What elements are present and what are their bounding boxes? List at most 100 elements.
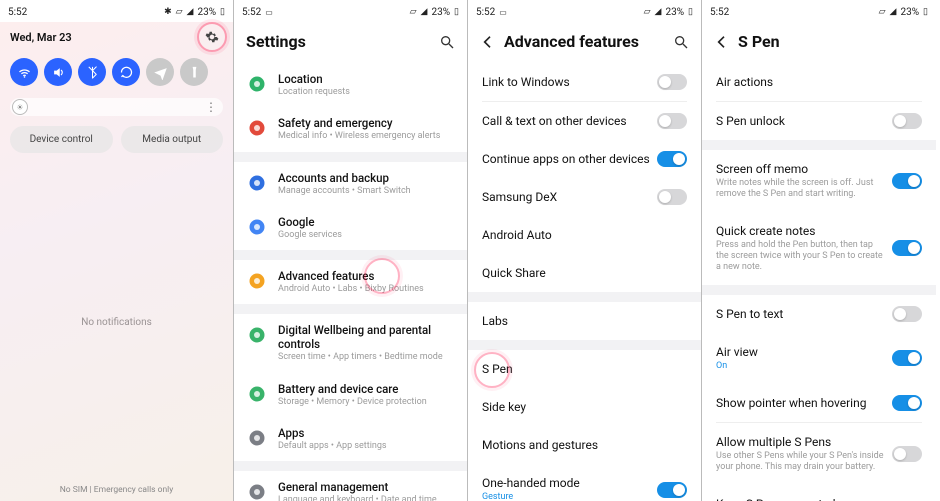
toggle[interactable] — [657, 151, 687, 167]
settings-item-subtitle: Location requests — [278, 87, 455, 98]
rotate-icon — [119, 65, 134, 80]
toggle[interactable] — [892, 395, 922, 411]
list-row[interactable]: Keep S Pen connectedKeep your S Pen conn… — [702, 485, 936, 501]
qs-airplane-button[interactable] — [146, 58, 174, 86]
nosim-icon: ▱ — [176, 8, 183, 17]
device-control-button[interactable]: Device control — [10, 126, 113, 153]
settings-item-icon — [248, 119, 266, 137]
row-label: Show pointer when hovering — [716, 396, 892, 410]
brightness-more-icon[interactable]: ⋮ — [205, 100, 217, 114]
list-row[interactable]: Side key — [468, 388, 701, 426]
airplane-icon — [153, 65, 168, 80]
settings-item-icon — [248, 326, 266, 344]
no-notifications-label: No notifications — [0, 163, 233, 481]
status-battery: 23% — [197, 7, 216, 18]
list-row[interactable]: Continue apps on other devices — [468, 140, 701, 178]
row-label: Android Auto — [482, 228, 687, 242]
settings-item-subtitle: Google services — [278, 230, 455, 241]
brightness-knob[interactable]: ☀ — [12, 99, 28, 115]
settings-item-icon — [248, 75, 266, 93]
brightness-slider[interactable]: ☀ ⋮ — [10, 98, 223, 116]
row-sublabel: Use other S Pens while your S Pen's insi… — [716, 451, 886, 473]
settings-item-title: Battery and device care — [278, 382, 455, 396]
list-row[interactable]: Show pointer when hovering — [702, 384, 936, 422]
settings-item[interactable]: GoogleGoogle services — [234, 206, 467, 250]
list-row[interactable]: Quick Share — [468, 254, 701, 292]
settings-item-subtitle: Android Auto • Labs • Bixby Routines — [278, 284, 455, 295]
list-row[interactable]: S Pen — [468, 350, 701, 388]
settings-gear-button[interactable] — [201, 26, 223, 48]
settings-item[interactable]: Accounts and backupManage accounts • Sma… — [234, 162, 467, 206]
list-row[interactable]: Air viewOn — [702, 333, 936, 384]
status-bar: 5:52 ✱ ▱ ◢ 23% ▯ — [0, 0, 233, 22]
toggle[interactable] — [657, 113, 687, 129]
search-icon — [673, 34, 689, 50]
toggle[interactable] — [892, 306, 922, 322]
settings-item-subtitle: Screen time • App timers • Bedtime mode — [278, 352, 455, 363]
list-row[interactable]: One-handed modeGesture — [468, 464, 701, 501]
row-label: Keep S Pen connectedKeep your S Pen conn… — [716, 497, 892, 501]
list-row[interactable]: S Pen unlock — [702, 102, 936, 140]
list-row[interactable]: Air actions — [702, 63, 936, 101]
toggle[interactable] — [657, 482, 687, 498]
list-row[interactable]: Samsung DeX — [468, 178, 701, 216]
list-row[interactable]: Allow multiple S PensUse other S Pens wh… — [702, 423, 936, 485]
battery-icon: ▯ — [220, 8, 225, 17]
list-row[interactable]: Link to Windows — [468, 63, 701, 101]
settings-item-title: Advanced features — [278, 269, 455, 283]
highlight-ring — [197, 22, 227, 52]
toggle[interactable] — [657, 189, 687, 205]
status-time: 5:52 — [8, 7, 27, 18]
bluetooth-icon — [85, 65, 100, 80]
row-label: Screen off memoWrite notes while the scr… — [716, 162, 892, 200]
list-row[interactable]: Labs — [468, 302, 701, 340]
qs-bluetooth-button[interactable] — [78, 58, 106, 86]
page-title: Settings — [246, 32, 306, 51]
list-row[interactable]: S Pen to text — [702, 295, 936, 333]
settings-item-icon — [248, 429, 266, 447]
toggle[interactable] — [892, 113, 922, 129]
list-row[interactable]: Quick create notesPress and hold the Pen… — [702, 212, 936, 285]
settings-item[interactable]: Digital Wellbeing and parental controlsS… — [234, 314, 467, 372]
screen-quick-settings: 5:52 ✱ ▱ ◢ 23% ▯ Wed, Mar 23 ☀ ⋮ — [0, 0, 234, 501]
toggle[interactable] — [892, 240, 922, 256]
back-button[interactable] — [480, 34, 496, 50]
settings-item-subtitle: Manage accounts • Smart Switch — [278, 186, 455, 197]
screen-settings: 5:52 ▭ ▱◢ 23% ▯ Settings LocationLocatio… — [234, 0, 468, 501]
list-row[interactable]: Motions and gestures — [468, 426, 701, 464]
settings-item-icon — [248, 272, 266, 290]
row-sublabel: Gesture — [482, 492, 652, 501]
adv-header: Advanced features — [468, 22, 701, 63]
settings-item-title: Apps — [278, 426, 455, 440]
settings-item-title: Accounts and backup — [278, 171, 455, 185]
settings-item[interactable]: Safety and emergencyMedical info • Wirel… — [234, 107, 467, 151]
media-output-button[interactable]: Media output — [121, 126, 224, 153]
qs-flashlight-button[interactable] — [180, 58, 208, 86]
back-button[interactable] — [714, 34, 730, 50]
toggle[interactable] — [892, 173, 922, 189]
toggle[interactable] — [892, 446, 922, 462]
settings-item-subtitle: Medical info • Wireless emergency alerts — [278, 131, 455, 142]
status-bar: 5:52 ▭ ▱◢ 23% ▯ — [234, 0, 467, 22]
list-row[interactable]: Android Auto — [468, 216, 701, 254]
settings-item[interactable]: LocationLocation requests — [234, 63, 467, 107]
settings-item[interactable]: Battery and device careStorage • Memory … — [234, 373, 467, 417]
qs-sound-button[interactable] — [44, 58, 72, 86]
settings-item[interactable]: AppsDefault apps • App settings — [234, 417, 467, 461]
settings-item[interactable]: General managementLanguage and keyboard … — [234, 471, 467, 501]
row-label: Quick create notesPress and hold the Pen… — [716, 224, 892, 273]
list-row[interactable]: Screen off memoWrite notes while the scr… — [702, 150, 936, 212]
toggle[interactable] — [657, 74, 687, 90]
search-button[interactable] — [673, 34, 689, 50]
row-label: S Pen unlock — [716, 114, 892, 128]
row-sublabel: On — [716, 361, 886, 372]
search-button[interactable] — [439, 34, 455, 50]
list-row[interactable]: Call & text on other devices — [468, 102, 701, 140]
page-title: Advanced features — [504, 32, 639, 51]
row-label: One-handed modeGesture — [482, 476, 657, 501]
toggle[interactable] — [892, 350, 922, 366]
settings-item[interactable]: Advanced featuresAndroid Auto • Labs • B… — [234, 260, 467, 304]
qs-rotate-button[interactable] — [112, 58, 140, 86]
row-label: Air viewOn — [716, 345, 892, 372]
qs-wifi-button[interactable] — [10, 58, 38, 86]
